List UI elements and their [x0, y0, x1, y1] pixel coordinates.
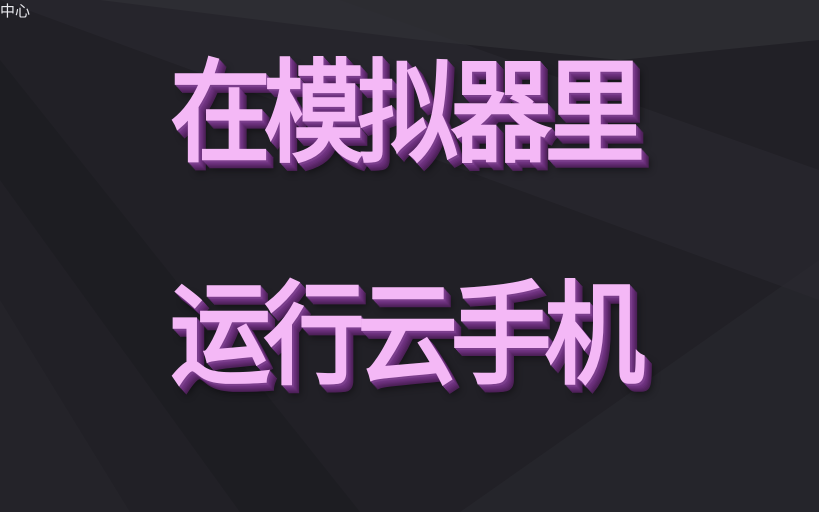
title-line-2: 运行云手机: [170, 271, 645, 401]
video-thumbnail: 中心 在模拟器里 运行云手机: [0, 0, 819, 512]
corner-label: 中心: [0, 2, 31, 20]
title-line-1: 在模拟器里: [170, 49, 645, 179]
